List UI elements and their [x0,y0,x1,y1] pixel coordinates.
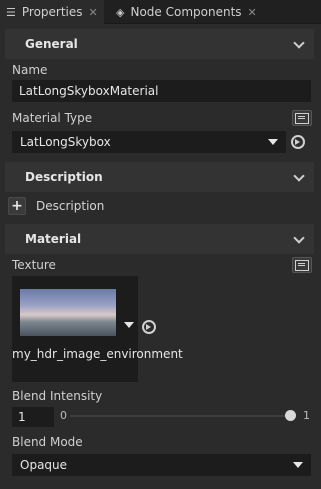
name-field[interactable]: LatLongSkyboxMaterial [12,80,311,102]
blend-mode-value: Opaque [20,458,68,472]
browse-icon [295,112,309,124]
texture-dropdown-button[interactable] [124,322,134,328]
dropdown-arrow-icon [293,462,303,468]
reset-icon [142,320,156,334]
texture-name: my_hdr_image_environment [12,347,183,361]
section-material-title: Material [25,232,82,246]
browse-button[interactable] [292,110,312,126]
close-icon[interactable]: ✕ [248,6,257,19]
dropdown-arrow-icon [268,139,278,145]
blend-mode-label: Blend Mode [12,435,83,449]
slider-min-label: 0 [60,409,67,422]
blend-intensity-field[interactable]: 1 [12,407,54,427]
tab-properties[interactable]: ☰ Properties ✕ [0,0,104,24]
chevron-down-icon[interactable] [294,172,304,182]
tab-node-components-label: Node Components [130,5,242,19]
list-icon: ☰ [6,5,16,19]
texture-label: Texture [12,258,56,272]
dropdown-arrow-icon [124,322,134,328]
close-icon[interactable]: ✕ [89,6,98,19]
description-item-label: Description [36,199,105,213]
chevron-down-icon[interactable] [294,234,304,244]
reset-button[interactable] [291,135,305,149]
components-icon: ◈ [116,5,125,19]
section-general[interactable]: General [5,29,314,59]
blend-intensity-slider[interactable] [70,415,290,417]
chevron-down-icon[interactable] [294,39,304,49]
section-description[interactable]: Description [5,162,314,192]
texture-browse-button[interactable] [292,257,312,273]
section-general-title: General [25,37,78,51]
blend-intensity-label: Blend Intensity [12,389,103,403]
texture-reset-button[interactable] [142,320,156,334]
section-description-title: Description [25,170,103,184]
blend-mode-dropdown[interactable]: Opaque [12,454,311,476]
name-label: Name [12,63,48,77]
material-type-label: Material Type [12,111,93,125]
slider-handle[interactable] [285,410,296,421]
material-type-value: LatLongSkybox [20,135,111,149]
tab-node-components[interactable]: ◈ Node Components ✕ [110,0,263,24]
section-material[interactable]: Material [5,224,314,254]
texture-thumbnail [20,289,116,336]
tab-properties-label: Properties [21,5,83,19]
add-description-button[interactable]: + [8,197,26,215]
browse-icon [295,259,309,271]
material-type-dropdown[interactable]: LatLongSkybox [12,131,286,153]
reset-icon [291,135,305,149]
slider-max-label: 1 [303,409,310,422]
